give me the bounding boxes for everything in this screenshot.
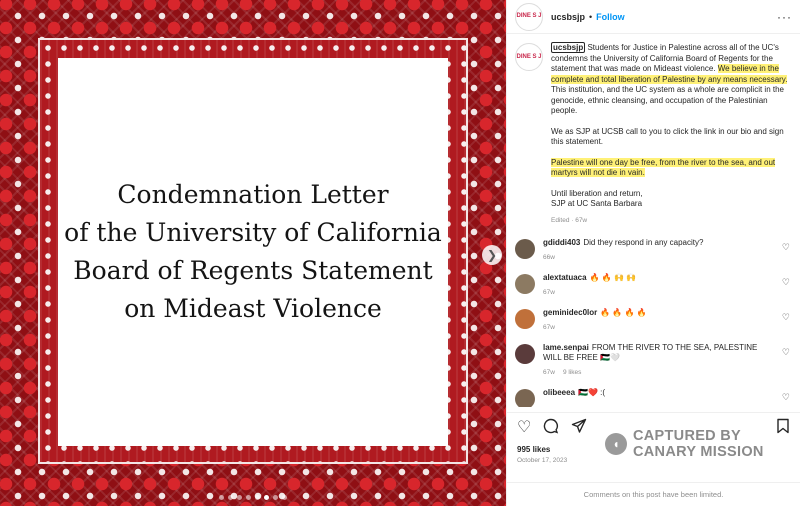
letter-title-line-4: on Mideast Violence: [124, 294, 382, 323]
letter-title-line-1: Condemnation Letter: [117, 180, 389, 209]
comment-text: 🇵🇸❤️ :(: [578, 388, 606, 397]
watermark-line-1: CAPTURED BY: [633, 428, 742, 444]
letter-card: Condemnation Letter of the University of…: [58, 58, 448, 446]
comment-time: 67w: [543, 289, 555, 296]
comment-like-icon[interactable]: ♡: [782, 277, 790, 288]
carousel-dot: [264, 495, 269, 500]
carousel-dot: [273, 495, 278, 500]
caption-p4-line2: SJP at UC Santa Barbara: [551, 199, 643, 208]
comment-icon[interactable]: [543, 418, 559, 438]
carousel-dot: [282, 495, 287, 500]
comment-time: 66w: [543, 254, 555, 261]
header-username[interactable]: ucsbsjp: [551, 12, 585, 22]
caption-avatar[interactable]: DINE S J: [515, 43, 543, 71]
comment-row: lame.senpai FROM THE RIVER TO THE SEA, PA…: [515, 343, 790, 376]
likes-count[interactable]: 995 likes: [517, 445, 550, 454]
post-image[interactable]: Condemnation Letter of the University of…: [0, 0, 506, 506]
comment-time: 67w: [543, 369, 555, 376]
carousel-dot: [255, 495, 260, 500]
comment-like-icon[interactable]: ♡: [782, 312, 790, 323]
caption-username[interactable]: ucsbsjp: [551, 42, 586, 53]
carousel-dot: [228, 495, 233, 500]
comment-avatar[interactable]: [515, 274, 535, 294]
comment-time: 67w: [543, 324, 555, 331]
share-icon[interactable]: [571, 418, 587, 438]
caption-p3-highlight: Palestine will one day be free, from the…: [551, 157, 776, 177]
comment-username[interactable]: alextatuaca: [543, 273, 587, 282]
letter-title: Condemnation Letter of the University of…: [58, 176, 448, 328]
comment-like-icon[interactable]: ♡: [782, 392, 790, 403]
comment-avatar[interactable]: [515, 344, 535, 364]
carousel-dot: [237, 495, 242, 500]
caption-text: ucsbsjp Students for Justice in Palestin…: [551, 42, 789, 226]
caption: DINE S J ucsbsjp Students for Justice in…: [515, 42, 790, 226]
comment-username[interactable]: lame.senpai: [543, 343, 589, 352]
comment-text: Did they respond in any capacity?: [583, 238, 704, 247]
comment-list: gdiddi403 Did they respond in any capacit…: [515, 238, 790, 407]
comment-likes[interactable]: 9 likes: [563, 369, 581, 376]
header-separator: •: [589, 11, 593, 22]
caption-edited: Edited · 67w: [551, 216, 588, 224]
avatar-text: DINE S J: [516, 13, 542, 19]
watermark-line-2: CANARY MISSION: [633, 444, 764, 460]
comment-row: gdiddi403 Did they respond in any capacit…: [515, 238, 790, 261]
caption-p2: We as SJP at UCSB call to you to click t…: [551, 126, 784, 147]
follow-button[interactable]: Follow: [596, 12, 625, 22]
comments-limited-notice: Comments on this post have been limited.: [507, 482, 800, 506]
comment-row: geminidec0lor 🔥 🔥 🔥 🔥 67w ♡: [515, 308, 790, 331]
bookmark-icon[interactable]: [776, 418, 790, 438]
comment-text: 🔥 🔥 🙌 🙌: [589, 273, 637, 282]
comment-row: alextatuaca 🔥 🔥 🙌 🙌 67w ♡: [515, 273, 790, 296]
comment-avatar[interactable]: [515, 309, 535, 329]
carousel-dot: [219, 495, 224, 500]
letter-title-line-2: of the University of California: [64, 218, 442, 247]
comment-avatar[interactable]: [515, 239, 535, 259]
caption-avatar-text: DINE S J: [516, 53, 542, 60]
comment-username[interactable]: olibeeea: [543, 388, 575, 397]
heart-icon[interactable]: ♡: [517, 419, 531, 436]
chevron-right-icon: ❯: [486, 248, 498, 262]
carousel-dot: [246, 495, 251, 500]
avatar[interactable]: DINE S J: [515, 2, 543, 31]
caption-p4-line1: Until liberation and return,: [551, 188, 643, 198]
more-options-icon[interactable]: ···: [777, 10, 792, 24]
canary-logo-icon: ◖: [605, 433, 627, 455]
comment-username[interactable]: gdiddi403: [543, 238, 580, 247]
post-date[interactable]: October 17, 2023: [517, 457, 567, 464]
comments-scroll-area[interactable]: DINE S J ucsbsjp Students for Justice in…: [507, 35, 800, 407]
next-slide-button[interactable]: ❯: [482, 245, 502, 265]
carousel-dots: [0, 495, 506, 500]
watermark: ◖ CAPTURED BY CANARY MISSION: [605, 428, 764, 460]
comment-like-icon[interactable]: ♡: [782, 347, 790, 358]
comment-row: olibeeea 🇵🇸❤️ :( ♡: [515, 388, 790, 407]
caption-p1-after: This institution, and the UC system as a…: [551, 85, 784, 115]
post-header: DINE S J ucsbsjp • Follow ···: [507, 0, 800, 34]
comment-avatar[interactable]: [515, 389, 535, 407]
comment-text: 🔥 🔥 🔥 🔥: [600, 308, 647, 317]
comment-username[interactable]: geminidec0lor: [543, 308, 597, 317]
letter-title-line-3: Board of Regents Statement: [73, 256, 433, 285]
comment-like-icon[interactable]: ♡: [782, 242, 790, 253]
